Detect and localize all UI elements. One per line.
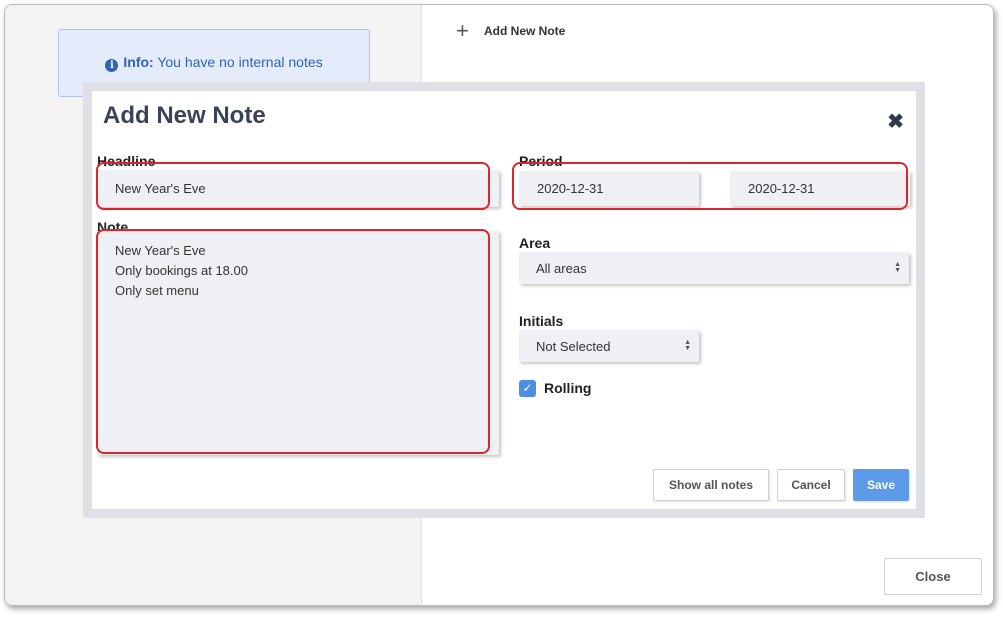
rolling-checkbox[interactable]: ✓ [519,380,536,397]
area-label: Area [519,235,551,251]
period-end-input[interactable] [730,171,910,206]
add-note-modal: Add New Note ✖ Headline Note Period Area… [83,82,925,518]
checkmark-icon: ✓ [522,381,533,395]
headline-label: Headline [97,153,156,169]
plus-icon: + [456,18,469,43]
close-icon[interactable]: ✖ [887,109,904,134]
show-all-notes-button[interactable]: Show all notes [653,469,769,501]
area-selected-value: All areas [536,260,587,276]
close-button[interactable]: Close [884,558,982,595]
cancel-button[interactable]: Cancel [777,469,845,501]
modal-body: Add New Note ✖ Headline Note Period Area… [92,91,916,509]
save-button[interactable]: Save [853,469,909,501]
note-textarea[interactable] [97,231,499,455]
initials-selected-value: Not Selected [536,338,611,354]
area-select[interactable]: All areas ▲ ▼ [519,252,909,284]
select-arrows-icon: ▲ ▼ [684,339,691,352]
app-window: i Info: You have no internal notes + Add … [4,4,994,606]
info-label: Info: [123,54,154,70]
add-new-note-link[interactable]: + Add New Note [456,18,566,43]
select-arrows-icon: ▲ ▼ [894,261,901,274]
period-label: Period [519,153,563,169]
add-new-note-label: Add New Note [484,24,566,38]
headline-input[interactable] [97,170,499,207]
initials-select[interactable]: Not Selected ▲ ▼ [519,330,699,362]
info-icon: i [105,59,119,72]
period-start-input[interactable] [519,171,699,206]
modal-title: Add New Note [103,102,266,129]
info-text: You have no internal notes [157,54,323,70]
rolling-label[interactable]: Rolling [544,380,591,396]
initials-label: Initials [519,313,564,329]
